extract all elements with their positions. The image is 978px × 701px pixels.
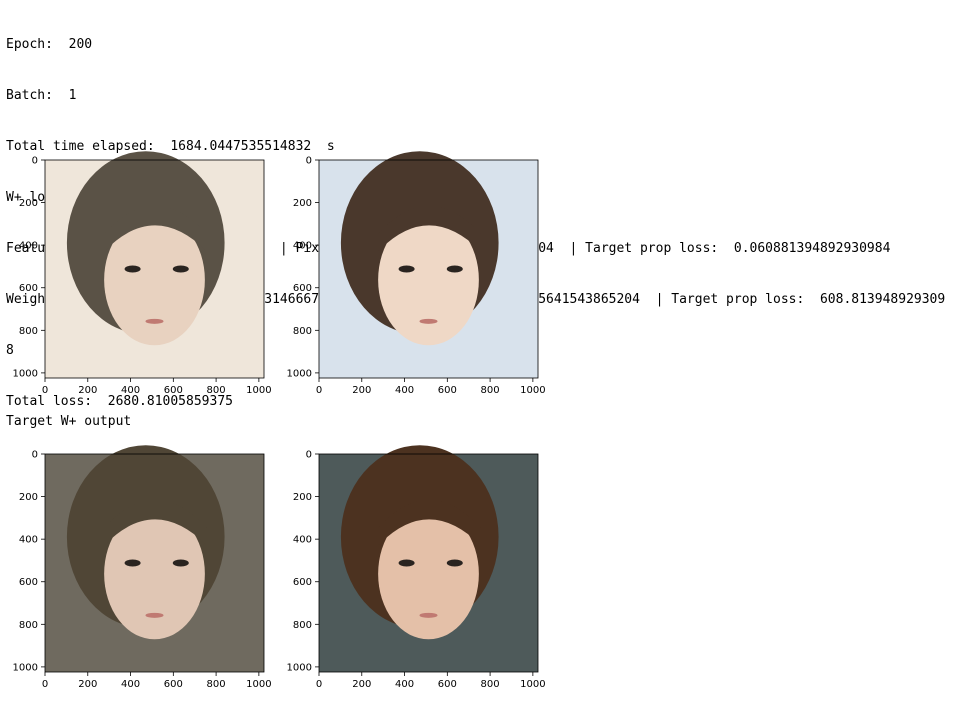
y-tick-label: 800 bbox=[293, 326, 312, 337]
image-plot-bottom-right: 0 200 400 600 800 1000 0 200 400 600 800 1000 bbox=[274, 444, 546, 694]
x-tick-label: 0 bbox=[42, 679, 48, 690]
x-tick-label: 200 bbox=[352, 679, 371, 690]
x-tick-label: 600 bbox=[164, 385, 183, 396]
x-tick-label: 400 bbox=[395, 385, 414, 396]
y-tick-label: 400 bbox=[293, 535, 312, 546]
image-plot-top-left: 0 200 400 600 800 1000 0 200 400 600 800 1000 bbox=[0, 150, 272, 400]
y-tick-label: 1000 bbox=[13, 368, 38, 379]
face-portrait-target-icon bbox=[319, 151, 538, 378]
y-tick-label: 200 bbox=[293, 198, 312, 209]
mouth bbox=[419, 612, 438, 618]
right-eye bbox=[172, 265, 189, 273]
epoch-line: Epoch: 200 bbox=[6, 37, 93, 52]
plot-svg: 0 200 400 600 800 1000 0 200 400 600 800 1000 bbox=[287, 445, 546, 690]
left-eye bbox=[398, 265, 415, 273]
plot-svg: 0 200 400 600 800 1000 0 200 400 600 800 1000 bbox=[13, 151, 272, 396]
left-eye bbox=[398, 559, 415, 567]
y-tick-label: 800 bbox=[19, 620, 38, 631]
x-tick-label: 200 bbox=[78, 385, 97, 396]
face-portrait-output-icon bbox=[319, 445, 538, 672]
x-tick-label: 1000 bbox=[246, 385, 271, 396]
y-tick-label: 1000 bbox=[287, 368, 312, 379]
x-tick-label: 800 bbox=[207, 385, 226, 396]
x-tick-label: 200 bbox=[78, 679, 97, 690]
face-portrait-reconstruction-icon bbox=[45, 151, 264, 378]
y-tick-label: 400 bbox=[19, 241, 38, 252]
y-tick-label: 800 bbox=[19, 326, 38, 337]
x-tick-label: 1000 bbox=[520, 385, 545, 396]
x-tick-label: 600 bbox=[438, 385, 457, 396]
y-tick-label: 1000 bbox=[13, 662, 38, 673]
image-plot-bottom-left: 0 200 400 600 800 1000 0 200 400 600 800 1000 bbox=[0, 444, 272, 694]
right-eye bbox=[172, 559, 189, 567]
x-tick-label: 1000 bbox=[520, 679, 545, 690]
x-tick-label: 0 bbox=[316, 679, 322, 690]
y-tick-label: 600 bbox=[19, 283, 38, 294]
plot-svg: 0 200 400 600 800 1000 0 200 400 600 800 1000 bbox=[287, 151, 546, 396]
y-tick-label: 0 bbox=[32, 156, 38, 167]
y-tick-label: 600 bbox=[293, 577, 312, 588]
y-tick-label: 600 bbox=[19, 577, 38, 588]
y-tick-label: 0 bbox=[32, 450, 38, 461]
x-tick-label: 400 bbox=[395, 679, 414, 690]
section-title: Target W+ output bbox=[6, 414, 132, 429]
y-tick-label: 200 bbox=[19, 198, 38, 209]
x-tick-label: 400 bbox=[121, 385, 140, 396]
mouth bbox=[145, 612, 164, 618]
y-tick-label: 0 bbox=[306, 450, 312, 461]
x-tick-label: 600 bbox=[438, 679, 457, 690]
x-tick-label: 0 bbox=[316, 385, 322, 396]
y-tick-label: 200 bbox=[293, 492, 312, 503]
x-tick-label: 800 bbox=[481, 679, 500, 690]
mouth bbox=[419, 318, 438, 324]
left-eye bbox=[124, 559, 141, 567]
x-tick-label: 1000 bbox=[246, 679, 271, 690]
right-eye bbox=[446, 265, 463, 273]
x-tick-label: 0 bbox=[42, 385, 48, 396]
x-tick-label: 800 bbox=[481, 385, 500, 396]
plot-svg: 0 200 400 600 800 1000 0 200 400 600 800 1000 bbox=[13, 445, 272, 690]
batch-line: Batch: 1 bbox=[6, 88, 77, 103]
image-plot-top-right: 0 200 400 600 800 1000 0 200 400 600 800 1000 bbox=[274, 150, 546, 400]
mouth bbox=[145, 318, 164, 324]
right-eye bbox=[446, 559, 463, 567]
y-tick-label: 800 bbox=[293, 620, 312, 631]
y-tick-label: 1000 bbox=[287, 662, 312, 673]
y-tick-label: 600 bbox=[293, 283, 312, 294]
x-tick-label: 400 bbox=[121, 679, 140, 690]
y-tick-label: 400 bbox=[19, 535, 38, 546]
face-portrait-output-icon bbox=[45, 445, 264, 672]
left-eye bbox=[124, 265, 141, 273]
y-tick-label: 400 bbox=[293, 241, 312, 252]
x-tick-label: 600 bbox=[164, 679, 183, 690]
y-tick-label: 200 bbox=[19, 492, 38, 503]
x-tick-label: 800 bbox=[207, 679, 226, 690]
x-tick-label: 200 bbox=[352, 385, 371, 396]
y-tick-label: 0 bbox=[306, 156, 312, 167]
